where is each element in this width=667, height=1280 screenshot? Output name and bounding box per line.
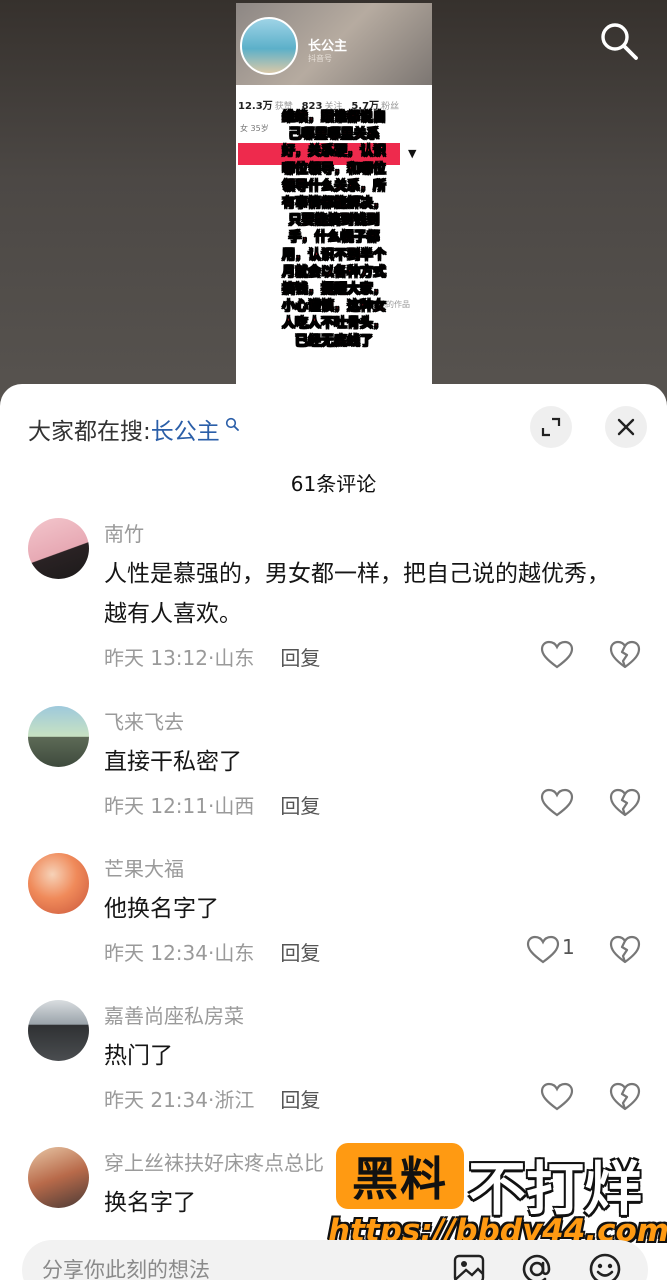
trending-search-prefix: 大家都在搜: — [28, 419, 151, 445]
heart-icon[interactable] — [540, 1082, 574, 1112]
comment-author[interactable]: 南竹 — [104, 518, 144, 547]
broken-heart-icon[interactable] — [609, 640, 641, 670]
close-icon — [617, 418, 635, 436]
comment-meta: 昨天 12:11·山西 回复 — [104, 794, 321, 818]
comment-location: 山西 — [214, 794, 255, 818]
avatar[interactable] — [28, 1000, 89, 1061]
overlay-line: 好，关系硬，认识 — [281, 144, 387, 160]
overlay-line: 领导什么关系，所 — [281, 178, 387, 195]
comment-input[interactable] — [42, 1254, 422, 1280]
reply-button[interactable]: 回复 — [280, 941, 320, 965]
trending-search[interactable]: 大家都在搜:长公主 — [28, 412, 239, 446]
profile-subtitle: 抖音号 — [308, 54, 332, 63]
comment-location: 山东 — [214, 646, 255, 670]
comment-meta: 昨天 12:34·山东 回复 — [104, 941, 321, 965]
reply-button[interactable]: 回复 — [280, 794, 320, 818]
comment-author[interactable]: 穿上丝袜扶好床疼点总比 — [104, 1147, 324, 1176]
profile-avatar — [240, 17, 298, 75]
expand-button[interactable] — [530, 406, 572, 448]
search-mini-icon — [220, 417, 239, 435]
comment-text[interactable]: 热门了 — [104, 1036, 624, 1076]
heart-icon[interactable] — [540, 640, 574, 670]
comment-author[interactable]: 芒果大福 — [104, 853, 184, 882]
close-button[interactable] — [605, 406, 647, 448]
comment-text[interactable]: 人性是慕强的，男女都一样，把自己说的越优秀，越有人喜欢。 — [104, 554, 624, 634]
heart-icon[interactable] — [540, 788, 574, 818]
overlay-line: 用，认识不到半个 — [281, 247, 387, 263]
comment-time: 昨天 12:11 — [104, 794, 208, 818]
trending-search-keyword[interactable]: 长公主 — [151, 419, 220, 445]
expand-icon — [541, 417, 561, 437]
comment-author[interactable]: 飞来飞去 — [104, 706, 184, 735]
video-screenshot: 长公主 抖音号 12.3万 获赞 823 关注 5.7万 粉丝 女 35岁 ▼ 可以看… — [236, 3, 432, 395]
heart-icon[interactable] — [526, 935, 560, 965]
overlay-line: 人吃人不吐骨头， — [281, 316, 387, 332]
overlay-line: 己哪里哪里关系 — [288, 127, 380, 143]
image-icon[interactable] — [452, 1252, 486, 1280]
profile-username: 长公主 — [308, 39, 348, 54]
overlay-line: 有事情都能解决， — [281, 196, 387, 212]
watermark-badge: 黑料 — [336, 1143, 464, 1209]
comment-time: 昨天 12:34 — [104, 941, 208, 965]
emoji-icon[interactable] — [588, 1252, 622, 1280]
overlay-line: 搞钱，提醒大家， — [281, 282, 387, 298]
comment-meta: 昨天 13:12·山东 回复 — [104, 646, 321, 670]
overlay-line: 只要能搞到钱到 — [288, 213, 380, 229]
overlay-line: 月就会以各种方式 — [281, 264, 387, 281]
avatar[interactable] — [28, 706, 89, 767]
comment-text[interactable]: 他换名字了 — [104, 889, 624, 929]
avatar[interactable] — [28, 853, 89, 914]
like-count: 1 — [562, 935, 575, 959]
comment-meta: 昨天 21:34·浙江 回复 — [104, 1088, 321, 1112]
comment-input-bar — [22, 1240, 648, 1280]
comment-author[interactable]: 嘉善尚座私房菜 — [104, 1000, 244, 1029]
comment-time: 昨天 13:12 — [104, 646, 208, 670]
overlay-line: 小心谨慎，这种女 — [281, 299, 387, 315]
comment-location: 浙江 — [214, 1088, 255, 1112]
broken-heart-icon[interactable] — [609, 1082, 641, 1112]
comment-time: 昨天 21:34 — [104, 1088, 208, 1112]
overlay-line: 手，什么幌子都 — [288, 230, 380, 246]
broken-heart-icon[interactable] — [609, 788, 641, 818]
comment-location: 山东 — [214, 941, 255, 965]
comment-text[interactable]: 直接干私密了 — [104, 742, 624, 782]
comment-count-title: 61条评论 — [290, 472, 377, 496]
video-overlay-text: 维续，跟谁都说自 己哪里哪里关系 好，关系硬，认识 哪位领导，和哪位 领导什么关… — [236, 109, 432, 350]
avatar[interactable] — [28, 518, 89, 579]
overlay-line: 哪位领导，和哪位 — [281, 161, 387, 177]
reply-button[interactable]: 回复 — [280, 1088, 320, 1112]
overlay-line: 已经无底线了 — [294, 333, 374, 349]
overlay-line: 维续，跟谁都说自 — [281, 110, 387, 126]
reply-button[interactable]: 回复 — [280, 646, 320, 670]
at-icon[interactable] — [520, 1252, 554, 1280]
avatar[interactable] — [28, 1147, 89, 1208]
broken-heart-icon[interactable] — [609, 935, 641, 965]
search-icon[interactable] — [598, 20, 640, 62]
